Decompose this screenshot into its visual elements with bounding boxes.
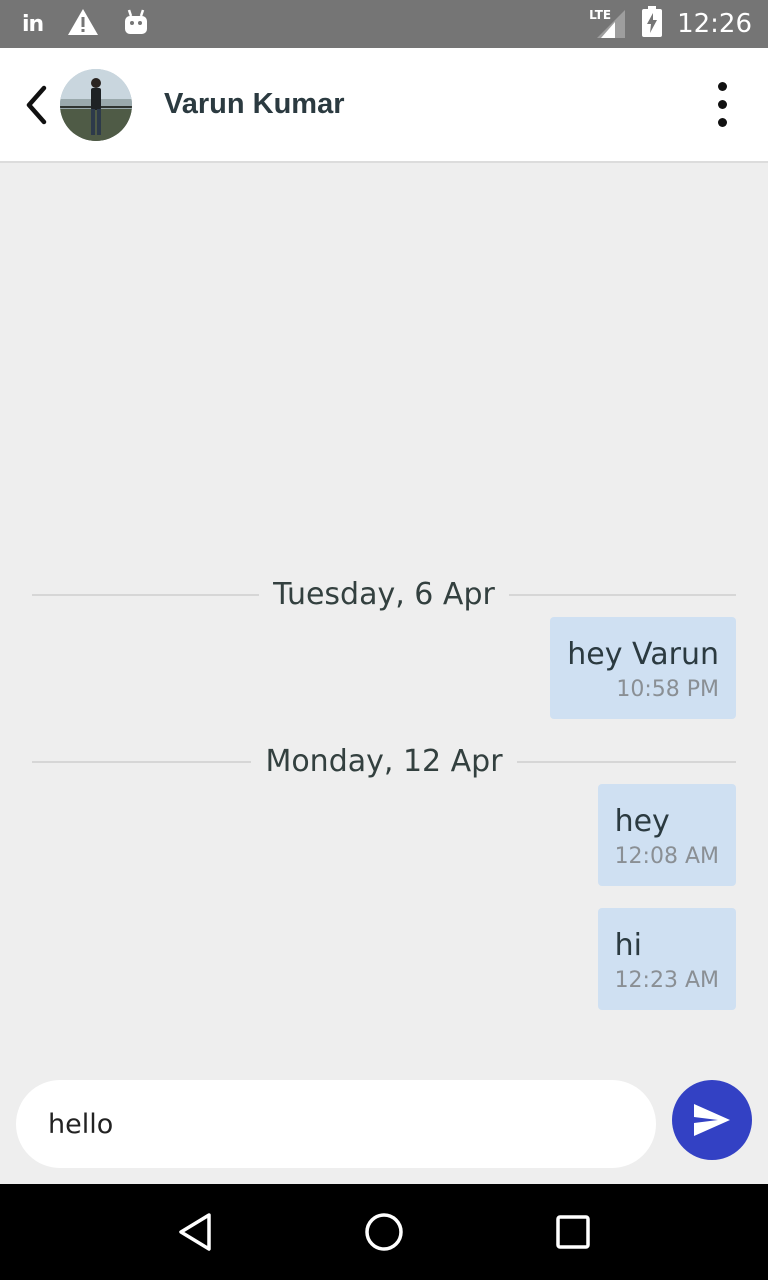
send-button[interactable]: [672, 1080, 752, 1160]
nav-home-button[interactable]: [354, 1202, 414, 1262]
message-time: 10:58 PM: [616, 677, 719, 702]
message-text: hey: [614, 804, 670, 839]
message-text: hi: [614, 928, 642, 963]
date-label: Tuesday, 6 Apr: [273, 577, 495, 612]
back-arrow-icon: [26, 85, 47, 124]
contact-name[interactable]: Varun Kumar: [164, 88, 345, 121]
message-time: 12:23 AM: [614, 968, 719, 993]
outgoing-message[interactable]: hey 12:08 AM: [597, 784, 736, 886]
linkedin-icon: in: [22, 11, 44, 37]
warning-icon: [67, 8, 99, 41]
divider: [32, 760, 252, 763]
status-bar: in LTE 12:26: [0, 0, 768, 48]
divider: [516, 760, 736, 763]
date-separator: Tuesday, 6 Apr: [32, 577, 736, 612]
date-label: Monday, 12 Apr: [265, 744, 503, 779]
nav-recents-button[interactable]: [543, 1202, 603, 1262]
divider: [32, 593, 260, 596]
message-input[interactable]: hello: [16, 1080, 656, 1168]
back-button[interactable]: [8, 75, 64, 135]
send-icon: [694, 1104, 730, 1136]
navigation-bar: [0, 1184, 768, 1280]
overflow-menu-icon-dot: [717, 100, 727, 109]
outgoing-message[interactable]: hey Varun 10:58 PM: [550, 617, 736, 719]
lte-label: LTE: [589, 8, 612, 22]
divider: [508, 593, 736, 596]
recents-square-icon: [556, 1215, 591, 1249]
clock: 12:26: [677, 9, 752, 39]
back-triangle-icon: [178, 1213, 211, 1251]
overflow-menu-button[interactable]: [702, 75, 742, 135]
battery-charging-icon: [641, 5, 663, 43]
message-text: hey Varun: [567, 637, 719, 672]
home-circle-icon: [365, 1213, 403, 1251]
date-separator: Monday, 12 Apr: [32, 744, 736, 779]
lte-signal-icon: LTE: [589, 8, 627, 40]
nav-back-button[interactable]: [165, 1202, 225, 1262]
overflow-menu-icon-dot: [717, 82, 727, 91]
android-icon: [123, 8, 149, 41]
overflow-menu-icon-dot: [717, 118, 727, 127]
message-list[interactable]: Tuesday, 6 Apr hey Varun 10:58 PM Monday…: [0, 163, 768, 1063]
outgoing-message[interactable]: hi 12:23 AM: [597, 908, 736, 1010]
message-time: 12:08 AM: [614, 844, 719, 869]
avatar[interactable]: [60, 68, 132, 141]
app-bar: Varun Kumar: [0, 48, 768, 163]
